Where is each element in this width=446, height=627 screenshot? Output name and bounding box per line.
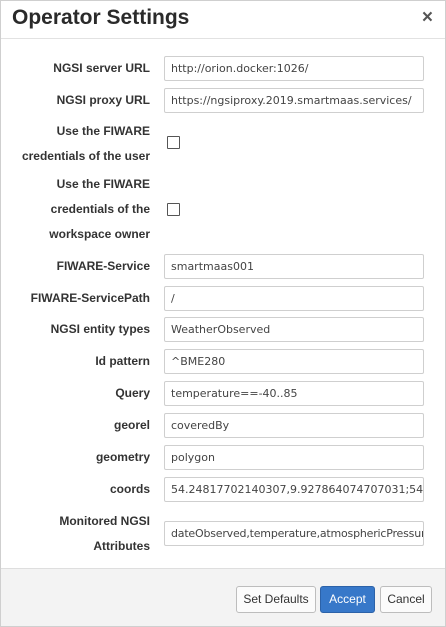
dialog-title: Operator Settings [12, 6, 190, 29]
ngsi-entity-types-label: NGSI entity types [50, 322, 150, 336]
coords-label: coords [109, 482, 150, 496]
geometry-input[interactable]: polygon [164, 445, 424, 470]
label-line: credentials of the [50, 202, 150, 216]
close-icon[interactable]: × [422, 7, 433, 29]
fiware-service-input[interactable]: smartmaas001 [164, 254, 424, 279]
monitored-attributes-input[interactable]: dateObserved,temperature,atmosphericPres… [164, 521, 424, 546]
geometry-label: geometry [95, 450, 150, 464]
cancel-button[interactable]: Cancel [380, 586, 432, 613]
label-line: Use the FIWARE [56, 177, 150, 191]
ngsi-proxy-url-input[interactable]: https://ngsiproxy.2019.smartmaas.service… [164, 88, 424, 113]
ngsi-entity-types-input[interactable]: WeatherObserved [164, 317, 424, 342]
fiware-servicepath-input[interactable]: / [164, 286, 424, 311]
georel-label: georel [113, 418, 150, 432]
fiware-servicepath-label: FIWARE-ServicePath [30, 291, 150, 305]
coords-input[interactable]: 54.24817702140307,9.927864074707031;54.2… [164, 477, 424, 502]
id-pattern-label: Id pattern [95, 354, 150, 368]
ngsi-server-url-label: NGSI server URL [53, 61, 150, 75]
query-label: Query [115, 386, 150, 400]
set-defaults-button[interactable]: Set Defaults [236, 586, 316, 613]
query-input[interactable]: temperature==-40..85 [164, 381, 424, 406]
use-fiware-credentials-user-label: Use the FIWARE credentials of the user [1, 119, 150, 169]
operator-settings-dialog: Operator Settings × NGSI server URL http… [0, 0, 446, 627]
ngsi-server-url-input[interactable]: http://orion.docker:1026/ [164, 56, 424, 81]
use-fiware-credentials-user-checkbox[interactable] [167, 136, 180, 149]
ngsi-proxy-url-label: NGSI proxy URL [56, 93, 150, 107]
dialog-header: Operator Settings × [1, 1, 445, 39]
use-fiware-credentials-owner-label: Use the FIWARE credentials of the worksp… [1, 172, 150, 247]
use-fiware-credentials-owner-checkbox[interactable] [167, 203, 180, 216]
label-line: workspace owner [49, 227, 150, 241]
accept-button[interactable]: Accept [320, 586, 375, 613]
label-line: Attributes [93, 539, 150, 553]
fiware-service-label: FIWARE-Service [56, 259, 150, 273]
georel-input[interactable]: coveredBy [164, 413, 424, 438]
label-line: Monitored NGSI [59, 514, 150, 528]
dialog-footer: Set Defaults Accept Cancel [1, 568, 445, 626]
id-pattern-input[interactable]: ^BME280 [164, 349, 424, 374]
label-line: Use the FIWARE [56, 124, 150, 138]
label-line: credentials of the user [21, 149, 150, 163]
monitored-attributes-label: Monitored NGSI Attributes [1, 509, 150, 559]
